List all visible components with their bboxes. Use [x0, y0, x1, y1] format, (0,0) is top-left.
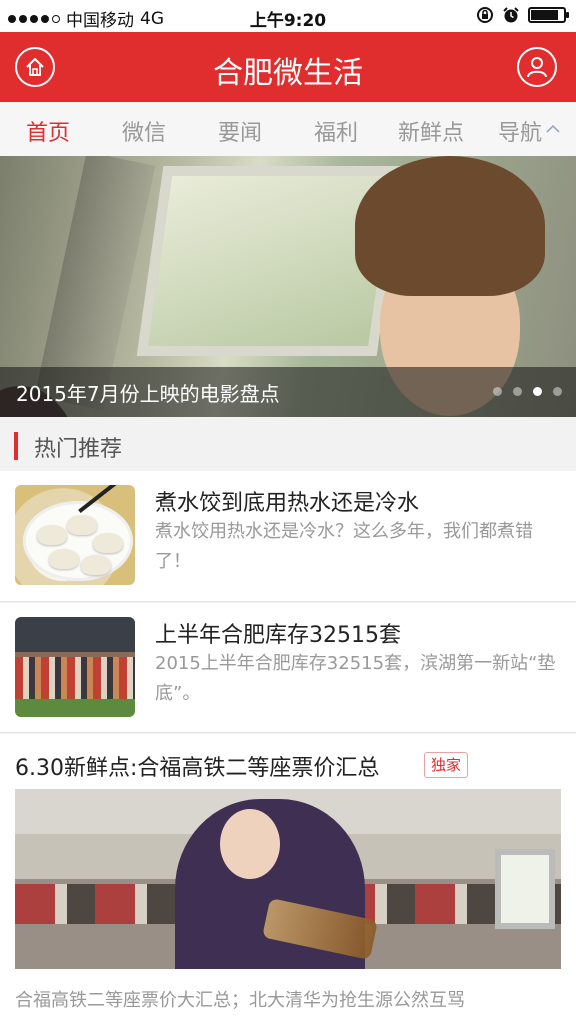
category-tabs: 首页 微信 要闻 福利 新鲜点 导航 — [0, 102, 576, 156]
tab-navigation[interactable]: 导航 — [498, 115, 542, 147]
user-button[interactable] — [517, 47, 557, 87]
article-summary: 煮水饺用热水还是冷水？这么多年，我们都煮错了！ — [155, 521, 533, 572]
slide-dot-active[interactable] — [533, 387, 542, 396]
list-item[interactable]: 上半年合肥库存32515套 2015上半年合肥库存32515套，滨湖第一新站“垫… — [0, 603, 576, 733]
hero-banner[interactable]: 2015年7月份上映的电影盘点 — [0, 156, 576, 417]
article-title: 煮水饺到底用热水还是冷水 — [155, 491, 420, 516]
banner-caption-bar: 2015年7月份上映的电影盘点 — [0, 367, 576, 417]
tab-fresh[interactable]: 新鲜点 — [398, 115, 464, 147]
banner-photo-hair — [355, 156, 545, 296]
slide-dot[interactable] — [513, 387, 522, 396]
article-title: 上半年合肥库存32515套 — [155, 623, 401, 648]
article-thumbnail — [15, 485, 135, 585]
rotation-lock-icon — [477, 7, 493, 23]
tab-home[interactable]: 首页 — [26, 115, 70, 147]
section-accent-bar — [14, 432, 18, 460]
alarm-icon — [503, 7, 519, 23]
slide-indicators — [493, 387, 562, 396]
article-summary: 2015上半年合肥库存32515套，滨湖第一新站“垫底”。 — [155, 653, 556, 704]
feature-headline: 6.30新鲜点:合福高铁二等座票价汇总 — [15, 756, 380, 781]
user-icon — [527, 57, 547, 78]
battery-icon — [528, 7, 569, 23]
tab-benefits[interactable]: 福利 — [314, 115, 358, 147]
status-bar: 中国移动 4G 上午9:20 — [0, 0, 576, 32]
chevron-up-icon[interactable] — [546, 124, 560, 134]
banner-caption: 2015年7月份上映的电影盘点 — [16, 382, 280, 406]
feature-summary: 合福高铁二等座票价大汇总；北大清华为抢生源公然互骂 — [15, 990, 465, 1011]
list-item[interactable]: 煮水饺到底用热水还是冷水 煮水饺用热水还是冷水？这么多年，我们都煮错了！ — [0, 471, 576, 602]
slide-dot[interactable] — [553, 387, 562, 396]
feature-article[interactable]: 6.30新鲜点:合福高铁二等座票价汇总 独家 合福高铁二等座票价大汇总；北大清华… — [0, 734, 576, 1024]
tab-wechat[interactable]: 微信 — [122, 115, 166, 147]
slide-dot[interactable] — [493, 387, 502, 396]
section-title: 热门推荐 — [34, 437, 123, 462]
app-title: 合肥微生活 — [213, 56, 363, 91]
tab-news[interactable]: 要闻 — [218, 115, 262, 147]
status-right — [476, 6, 569, 24]
exclusive-badge: 独家 — [424, 752, 469, 778]
feature-photo — [15, 789, 561, 969]
section-header: 热门推荐 — [0, 417, 576, 471]
app-header: 合肥微生活 — [0, 32, 576, 102]
article-thumbnail — [15, 617, 135, 717]
